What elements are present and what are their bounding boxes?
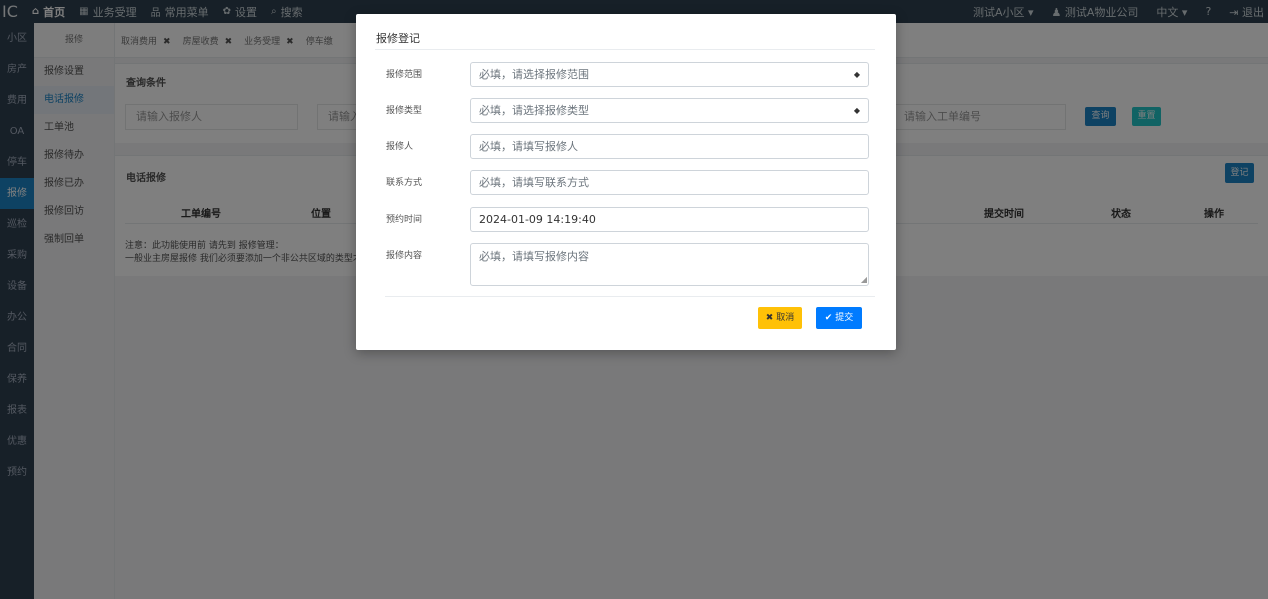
content-label: 报修内容 [386, 251, 423, 261]
time-label: 预约时间 [386, 215, 423, 225]
select-arrow-icon: ◆ [853, 106, 860, 115]
contact-input[interactable]: 必填，请填写联系方式 [470, 170, 869, 195]
scope-select[interactable]: 必填，请选择报修范围 ◆ [470, 62, 869, 87]
scope-label: 报修范围 [386, 70, 423, 80]
modal-footer-divider [385, 296, 875, 297]
repair-register-modal: 报修登记 报修范围 必填，请选择报修范围 ◆ 报修类型 必填，请选择报修类型 ◆… [356, 14, 896, 350]
submit-button[interactable]: ✔ 提交 [816, 307, 862, 329]
modal-title: 报修登记 [376, 32, 420, 45]
select-arrow-icon: ◆ [853, 70, 860, 79]
person-label: 报修人 [386, 142, 414, 152]
type-label: 报修类型 [386, 106, 423, 116]
person-input[interactable]: 必填，请填写报修人 [470, 134, 869, 159]
modal-divider [375, 49, 875, 50]
type-select[interactable]: 必填，请选择报修类型 ◆ [470, 98, 869, 123]
appointment-time-input[interactable]: 2024-01-09 14:19:40 [470, 207, 869, 232]
cancel-button[interactable]: ✖ 取消 [758, 307, 802, 329]
contact-label: 联系方式 [386, 178, 423, 188]
content-textarea[interactable]: 必填，请填写报修内容 ◢ [470, 243, 869, 286]
resize-grip-icon[interactable]: ◢ [861, 276, 867, 284]
